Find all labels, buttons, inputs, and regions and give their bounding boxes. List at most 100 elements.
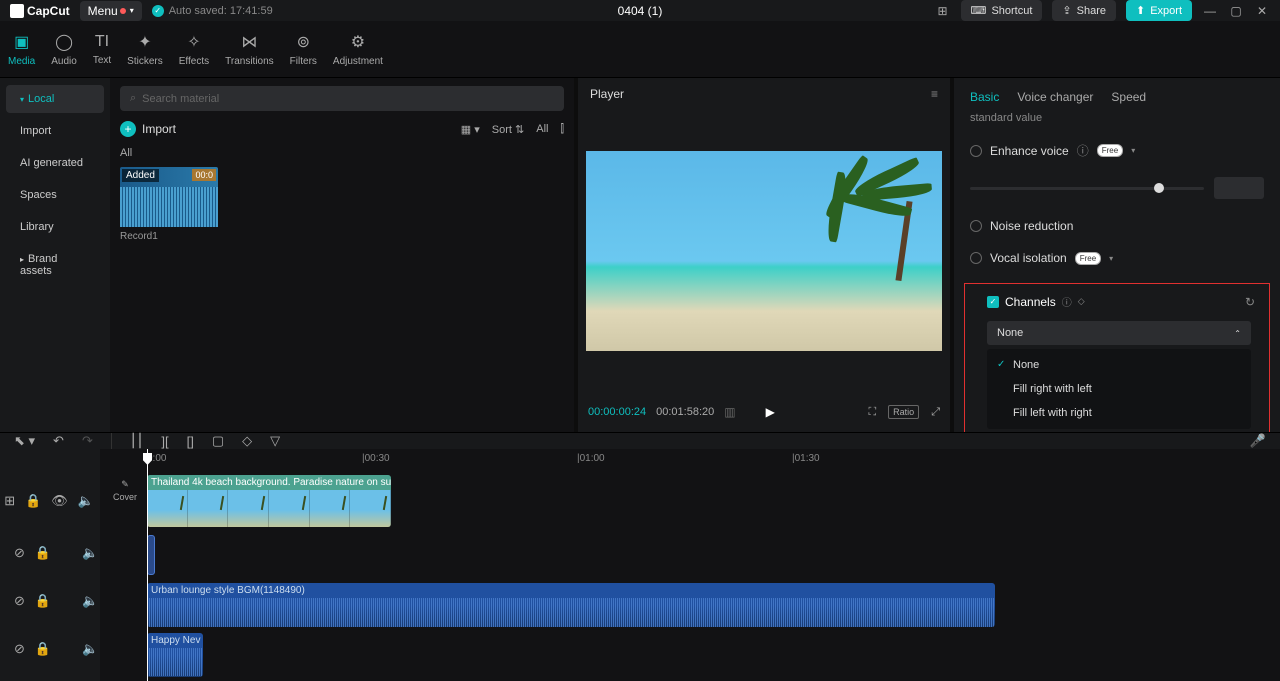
sidebar-item-ai[interactable]: AI generated [6, 149, 104, 177]
redo-icon[interactable]: ↷ [82, 433, 93, 449]
lock-icon[interactable]: 🔒 [35, 641, 51, 657]
tab-filters[interactable]: ⊚Filters [282, 21, 325, 77]
mute-icon[interactable]: 🔈 [82, 641, 98, 657]
compare-icon[interactable]: ▥ [724, 405, 735, 419]
track-settings-icon[interactable]: ⊘ [14, 641, 25, 657]
filter-all[interactable]: All [536, 123, 548, 135]
audio-track-3[interactable]: Happy Nev [100, 631, 1280, 679]
channels-option-fill-left[interactable]: Fill left with right [987, 401, 1251, 425]
sidebar-item-brand[interactable]: ▸Brand assets [6, 245, 104, 285]
grid-view-icon[interactable]: ▦ ▾ [461, 123, 480, 136]
info-icon[interactable]: ⓘ [1062, 294, 1072, 309]
cursor-tool-icon[interactable]: ⬉ ▾ [14, 433, 35, 449]
player-menu-icon[interactable]: ≡ [931, 87, 938, 101]
layout-icon[interactable]: ⊞ [935, 4, 951, 18]
sidebar-item-local[interactable]: ▾Local [6, 85, 104, 113]
tab-adjustment[interactable]: ⚙Adjustment [325, 21, 391, 77]
tab-speed[interactable]: Speed [1111, 90, 1146, 104]
mic-icon[interactable]: 🎤 [1250, 433, 1266, 449]
audio-track-2[interactable]: Urban lounge style BGM(1148490) [100, 581, 1280, 629]
maximize-icon[interactable]: ▢ [1228, 4, 1244, 18]
sort-button[interactable]: Sort ⇅ [492, 123, 524, 136]
track-settings-icon[interactable]: ⊞ [4, 493, 15, 509]
channels-dropdown: None Fill right with left Fill left with… [987, 349, 1251, 429]
lock-icon[interactable]: 🔒 [25, 493, 41, 509]
tracks-area[interactable]: 0:00 |00:30 |01:00 |01:30 ✎ Cover Thaila… [100, 449, 1280, 681]
happy-clip[interactable]: Happy Nev [147, 633, 203, 677]
music-clip[interactable]: Urban lounge style BGM(1148490) [147, 583, 995, 627]
enhance-slider[interactable] [970, 177, 1264, 199]
media-icon: ▣ [14, 32, 29, 52]
audio-track-1[interactable] [100, 531, 1280, 579]
split-right-icon[interactable]: [​] [187, 434, 194, 449]
close-icon[interactable]: ✕ [1254, 4, 1270, 18]
export-button[interactable]: ⬆ Export [1126, 0, 1192, 21]
lock-icon[interactable]: 🔒 [35, 593, 51, 609]
current-time: 00:00:00:24 [588, 406, 646, 418]
search-input[interactable]: ⌕ Search material [120, 86, 564, 111]
tab-basic[interactable]: Basic [970, 90, 999, 104]
video-preview[interactable] [578, 110, 950, 392]
chevron-up-icon: ⌃ [1234, 329, 1241, 338]
chevron-down-icon[interactable]: ▾ [1109, 254, 1113, 263]
noise-reduction-option[interactable]: Noise reduction [970, 219, 1264, 233]
reset-icon[interactable]: ↻ [1245, 295, 1255, 309]
import-button[interactable]: + Import [120, 121, 176, 137]
small-audio-clip[interactable] [147, 535, 155, 575]
tab-text[interactable]: TIText [85, 21, 119, 77]
mute-icon[interactable]: 🔈 [82, 593, 98, 609]
filter-icon[interactable]: ⫿ [560, 123, 564, 136]
timeline: ⊞ 🔒 👁 🔈 ⊘ 🔒 🔈 ⊘ 🔒 🔈 ⊘ 🔒 🔈 0:00 |00 [0, 449, 1280, 681]
tab-audio[interactable]: ◯Audio [43, 21, 85, 77]
time-ruler[interactable]: 0:00 |00:30 |01:00 |01:30 [100, 449, 1280, 473]
split-left-icon[interactable]: ]​[ [161, 434, 168, 449]
free-badge: Free [1097, 144, 1123, 157]
flag-icon[interactable]: ▽ [270, 433, 280, 449]
track-settings-icon[interactable]: ⊘ [14, 545, 25, 561]
slider-thumb[interactable] [1154, 183, 1164, 193]
media-thumb-record1[interactable]: Added 00:0 Record1 [120, 167, 218, 242]
channels-option-fill-right[interactable]: Fill right with left [987, 377, 1251, 401]
crop-icon[interactable]: ⛶ [868, 406, 876, 419]
minimize-icon[interactable]: — [1202, 4, 1218, 18]
lock-icon[interactable]: 🔒 [35, 545, 51, 561]
tab-stickers[interactable]: ✦Stickers [119, 21, 171, 77]
search-icon: ⌕ [130, 92, 136, 105]
video-clip[interactable]: Thailand 4k beach background. Paradise n… [147, 475, 391, 527]
share-button[interactable]: ⇪ Share [1052, 0, 1116, 21]
eye-icon[interactable]: 👁 [51, 493, 68, 509]
menu-button[interactable]: Menu [80, 1, 142, 21]
shortcut-button[interactable]: ⌨ Shortcut [961, 0, 1043, 21]
fullscreen-icon[interactable]: ⤢ [931, 406, 940, 419]
undo-icon[interactable]: ↶ [53, 433, 64, 449]
info-icon[interactable]: ⓘ [1077, 142, 1089, 159]
logo-text: CapCut [27, 4, 70, 18]
track-settings-icon[interactable]: ⊘ [14, 593, 25, 609]
marker-icon[interactable]: ◇ [242, 433, 252, 449]
delete-icon[interactable]: ▢ [212, 433, 224, 449]
ratio-button[interactable]: Ratio [888, 405, 919, 419]
tab-effects[interactable]: ✧Effects [171, 21, 217, 77]
mute-icon[interactable]: 🔈 [82, 545, 98, 561]
mute-icon[interactable]: 🔈 [78, 493, 94, 509]
play-button[interactable]: ▶ [766, 405, 775, 419]
sidebar-item-import[interactable]: Import [6, 117, 104, 145]
split-icon[interactable]: ⎮⎮ [130, 433, 144, 449]
enhance-voice-option[interactable]: Enhance voice ⓘ Free ▾ [970, 142, 1264, 159]
checkbox-on-icon[interactable]: ✓ [987, 296, 999, 308]
sidebar-item-spaces[interactable]: Spaces [6, 181, 104, 209]
channels-select[interactable]: None ⌃ [987, 321, 1251, 345]
vocal-isolation-option[interactable]: Vocal isolation Free ▾ [970, 251, 1264, 265]
diamond-icon[interactable]: ◇ [1078, 296, 1085, 307]
video-track[interactable]: Thailand 4k beach background. Paradise n… [100, 473, 1280, 529]
tab-transitions[interactable]: ⋈Transitions [217, 21, 282, 77]
chevron-down-icon[interactable]: ▾ [1131, 146, 1135, 155]
slider-value[interactable] [1214, 177, 1264, 199]
channels-option-none[interactable]: None [987, 353, 1251, 377]
sidebar-item-library[interactable]: Library [6, 213, 104, 241]
top-bar: CapCut Menu ✓ Auto saved: 17:41:59 0404 … [0, 0, 1280, 21]
tab-media[interactable]: ▣Media [0, 21, 43, 77]
tab-voice-changer[interactable]: Voice changer [1017, 90, 1093, 104]
playhead[interactable] [147, 449, 148, 681]
thumb-time: 00:0 [192, 169, 216, 181]
